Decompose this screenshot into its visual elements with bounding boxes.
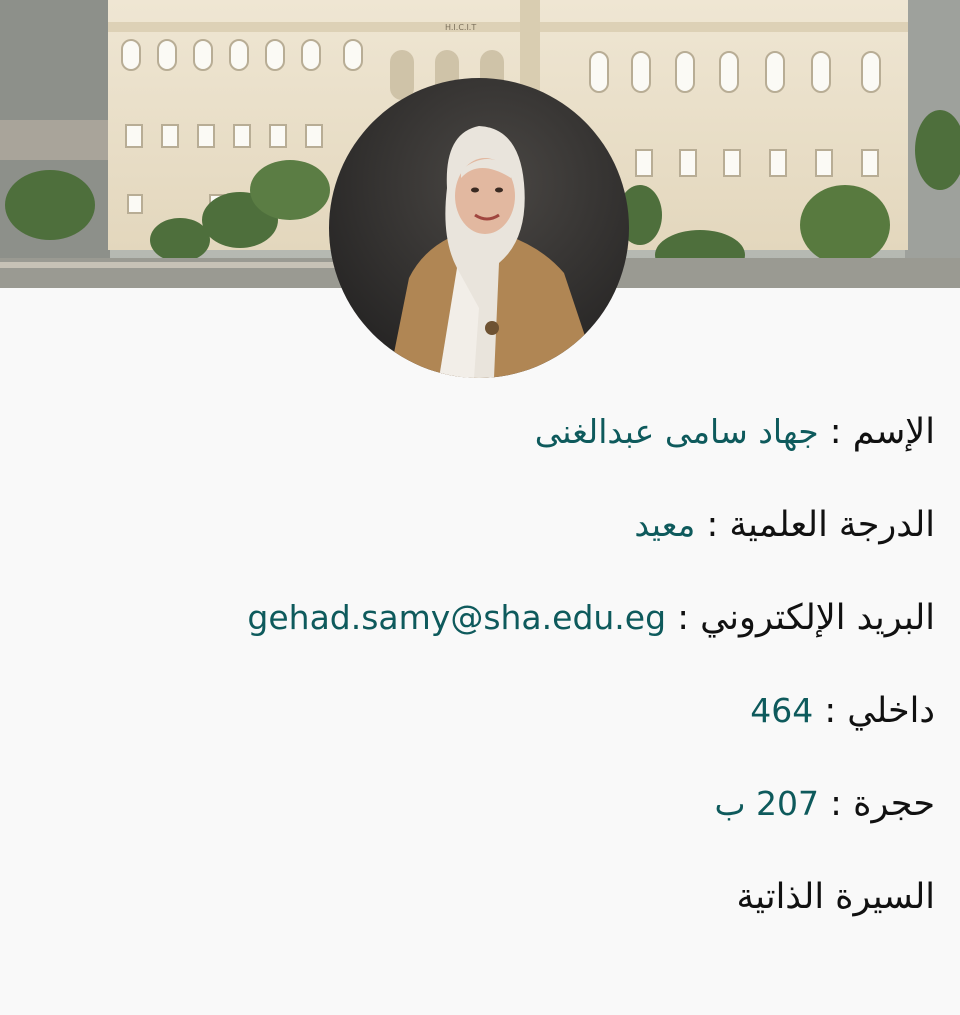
cv-link[interactable]: السيرة الذاتية [737,877,936,917]
email-link[interactable]: gehad.samy@sha.edu.eg [247,581,666,655]
profile-info: الإسم : جهاد سامى عبدالغنى الدرجة العلمي… [15,395,935,953]
name-value: جهاد سامى عبدالغنى [534,412,819,451]
name-label: الإسم [852,412,935,452]
name-separator: : [829,412,842,452]
email-label: البريد الإلكتروني [700,598,935,638]
room-value: 207 ب [714,784,820,823]
degree-separator: : [706,505,719,545]
profile-photo [329,78,629,378]
email-row: البريد الإلكتروني : gehad.samy@sha.edu.e… [15,581,935,674]
profile-avatar [329,78,629,378]
extension-label: داخلي [847,691,935,731]
extension-separator: : [824,691,837,731]
email-separator: : [677,598,689,638]
room-row: حجرة : 207 ب [15,767,935,860]
extension-row: داخلي : 464 [15,674,935,767]
building-sign: H.I.C.I.T [445,23,476,32]
extension-value: 464 [750,691,814,730]
degree-row: الدرجة العلمية : معيد [15,488,935,581]
room-label: حجرة [853,784,935,824]
degree-label: الدرجة العلمية [729,505,935,545]
degree-value: معيد [634,505,696,544]
name-row: الإسم : جهاد سامى عبدالغنى [15,395,935,488]
cv-row: السيرة الذاتية [15,860,936,953]
room-separator: : [830,784,842,824]
